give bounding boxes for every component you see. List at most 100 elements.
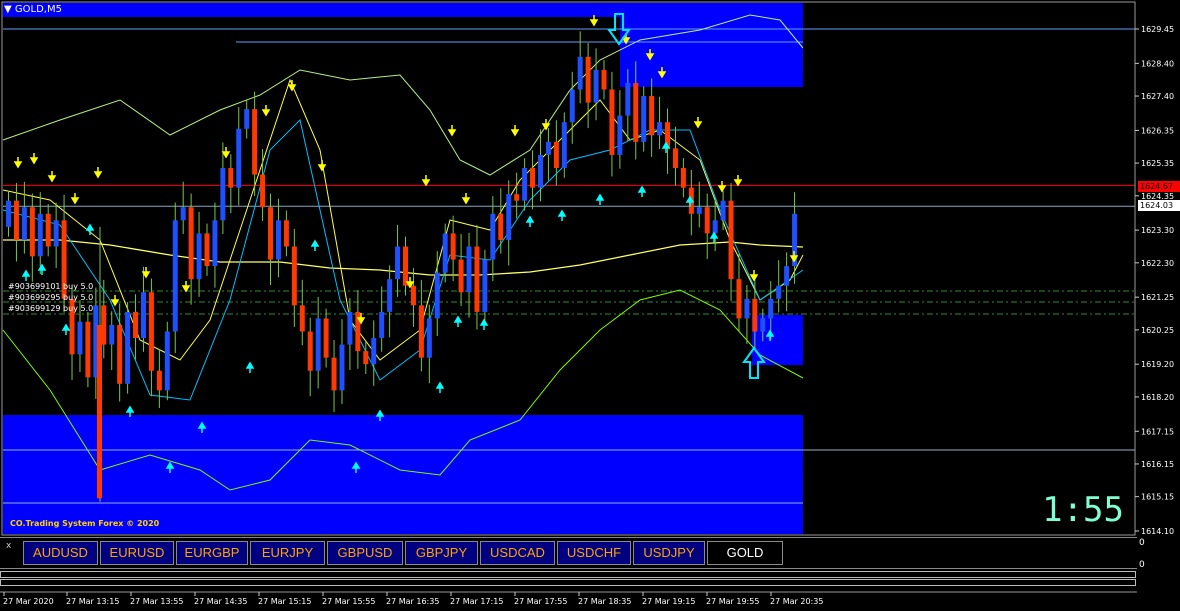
symbol-button-usdchf[interactable]: USDCHF [557, 541, 631, 565]
candle-body [506, 194, 512, 240]
candle-body [474, 246, 480, 312]
panel-value-bottom: 0 [1139, 560, 1145, 570]
candle-body [101, 305, 107, 345]
candle-body [387, 279, 393, 312]
symbol-button-gbpusd[interactable]: GBPUSD [327, 541, 403, 565]
candle-body [77, 321, 83, 355]
price-tick-label: 1623.30 [1141, 226, 1174, 235]
candle-body [117, 324, 123, 384]
triangle-down-icon[interactable]: ▼ [4, 4, 12, 15]
candle-body [244, 109, 250, 129]
candle-body [125, 311, 131, 384]
candle-body [148, 292, 154, 371]
price-tick-label: 1629.45 [1141, 25, 1174, 34]
candle-body [482, 259, 488, 312]
candle-body [283, 220, 289, 247]
time-tick-label: 27 Mar 13:55 [130, 597, 183, 606]
candle-body [649, 96, 655, 136]
candle-body [403, 246, 408, 286]
time-tick-label: 27 Mar 17:15 [450, 597, 503, 606]
candle-body [410, 285, 416, 306]
candle-body [744, 298, 750, 319]
candle-body [45, 213, 51, 247]
symbol-button-gbpjpy[interactable]: GBPJPY [405, 541, 478, 565]
price-tick-label: 1615.15 [1141, 493, 1174, 502]
candle-body [133, 311, 139, 339]
symbol-button-gold[interactable]: GOLD [707, 541, 783, 565]
candle-body [426, 318, 432, 358]
time-axis: 27 Mar 2020 27 Mar 13:15 27 Mar 13:55 27 Ma… [0, 591, 1137, 606]
time-tick-label: 27 Mar 14:35 [194, 597, 247, 606]
subwindow-1[interactable] [0, 571, 1136, 578]
candle-body [680, 167, 686, 188]
candle-countdown: 1:55 [1042, 490, 1124, 530]
symbol-button-usdcad[interactable]: USDCAD [480, 541, 555, 565]
candle-body [172, 220, 178, 332]
candle-body [204, 233, 210, 267]
candle-body [728, 200, 734, 280]
candle-body [339, 344, 345, 391]
symbol-button-eurgbp[interactable]: EURGBP [176, 541, 248, 565]
candle-body [641, 96, 647, 142]
price-tick-label: 1626.35 [1141, 126, 1174, 135]
demand-zone [3, 415, 803, 534]
candle-body [379, 311, 385, 339]
subwindow-2[interactable] [0, 579, 1136, 586]
time-tick-label: 27 Mar 19:55 [706, 597, 759, 606]
candle-body [13, 200, 19, 240]
order-label-1: #903699101 buy 5.0 [8, 282, 94, 291]
candle-body [609, 89, 615, 155]
candle-body [768, 298, 774, 319]
candle-body [458, 259, 464, 293]
candle-body [37, 213, 43, 257]
price-tick-label: 1621.25 [1141, 293, 1174, 302]
price-chart[interactable]: 1629.45 1628.40 1627.40 1626.35 1625.35 1624.… [0, 0, 1180, 611]
candle-body [585, 56, 591, 103]
candle-body [109, 324, 115, 345]
price-tick-label: 1616.15 [1141, 460, 1174, 469]
price-tick-label: 1618.20 [1141, 393, 1174, 402]
candle-body [363, 351, 369, 365]
panel-value-top: 0 [1139, 538, 1145, 548]
candle-body [188, 207, 194, 280]
candle-body [97, 324, 102, 499]
watermark: CO.Trading System Forex © 2020 [10, 519, 160, 528]
candle-body [530, 167, 536, 188]
price-tick-label: 1622.30 [1141, 259, 1174, 268]
candle-body [712, 220, 718, 234]
candle-body [776, 285, 782, 299]
candle-body [164, 331, 170, 391]
candle-body [720, 200, 726, 221]
candle-body [490, 213, 496, 260]
red-level-tag: 1624.67 [1138, 181, 1180, 192]
symbol-button-audusd[interactable]: AUDUSD [23, 541, 98, 565]
candle-body [395, 246, 401, 280]
candle-body [442, 233, 448, 273]
candle-body [315, 318, 321, 371]
candle-body [180, 207, 186, 221]
candle-body [537, 154, 543, 188]
time-tick-label: 27 Mar 16:35 [386, 597, 439, 606]
candle-body [252, 109, 258, 175]
chart-title-text: GOLD,M5 [14, 4, 62, 15]
candle-body [347, 311, 353, 345]
candle-body [601, 69, 607, 90]
price-tick-label: 1619.20 [1141, 360, 1174, 369]
symbol-button-eurusd[interactable]: EURUSD [100, 541, 174, 565]
chart-title[interactable]: ▼ GOLD,M5 [4, 4, 62, 15]
candle-body [704, 207, 710, 234]
time-tick-label: 27 Mar 17:55 [514, 597, 567, 606]
symbol-switcher-panel: x AUDUSD EURUSD EURGBP EURJPY GBPUSD GBPJPY US… [0, 537, 1137, 569]
symbol-button-usdjpy[interactable]: USDJPY [633, 541, 705, 565]
candle-body [236, 128, 242, 188]
order-label-2: #903699295 buy 5.0 [8, 293, 94, 302]
candle-body [736, 279, 742, 319]
candle-body [53, 220, 59, 247]
supply-zone [620, 17, 803, 87]
candle-body [21, 207, 27, 240]
symbol-button-eurjpy[interactable]: EURJPY [250, 541, 325, 565]
candle-body [371, 338, 377, 365]
candle-body [196, 233, 202, 280]
candle-body [545, 141, 551, 155]
close-icon[interactable]: x [6, 541, 11, 551]
